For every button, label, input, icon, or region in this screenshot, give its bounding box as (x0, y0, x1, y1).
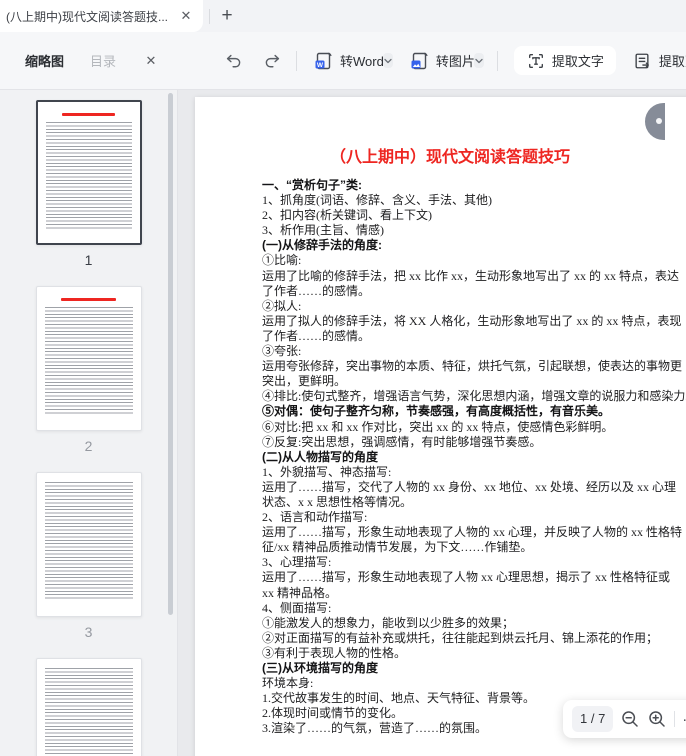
thumbnail-text-lines (45, 668, 133, 756)
document-line: ②拟人: (262, 299, 685, 314)
toolbar-divider (296, 51, 297, 71)
thumbnail-item[interactable] (36, 658, 142, 756)
extract-text-icon (526, 51, 546, 71)
document-line: 状态、x x 思想性格等情况。 (262, 495, 685, 510)
page-indicator[interactable]: 1 / 7 (572, 706, 613, 732)
document-line: 了作者……的感情。 (262, 329, 685, 344)
thumbnail-mini-title (62, 113, 115, 116)
document-page: （八上期中）现代文阅读答题技巧 一、“赏析句子”类:1、抓角度(词语、修辞、含义… (195, 97, 686, 756)
document-title: （八上期中）现代文阅读答题技巧 (195, 143, 686, 167)
controls-divider (674, 711, 675, 727)
convert-to-word-button[interactable]: W 转Word (313, 51, 384, 71)
document-line: ⑤对偶：使句子整齐匀称，节奏感强，有高度概括性，有音乐美。 (262, 404, 685, 419)
document-line: 一、“赏析句子”类: (262, 178, 685, 193)
toolbar-strip: 缩略图 目录 ✕ W 转Word 转图片 (0, 32, 686, 90)
main-toolbar: W 转Word 转图片 提取文字 提取页面 (178, 46, 686, 75)
tab-outline[interactable]: 目录 (90, 51, 116, 70)
document-line: 2、扣内容(析关键词、看上下文) (262, 208, 685, 223)
document-line: ③有利于表现人物的性格。 (262, 646, 685, 661)
thumbnail-page[interactable] (36, 100, 142, 245)
document-line: 运用了……描写，形象生动地表现了人物 xx 心理思想，揭示了 xx 性格特征或 (262, 570, 685, 585)
convert-to-word-label: 转Word (340, 51, 384, 70)
thumbnail-sidebar: 1 2 3 (0, 90, 178, 756)
document-line: ④排比:使句式整齐，增强语言气势，深化思想内涵，增强文章的说服力和感染力。 (262, 389, 685, 404)
svg-text:W: W (317, 62, 324, 69)
document-body: 一、“赏析句子”类:1、抓角度(词语、修辞、含义、手法、其他)2、扣内容(析关键… (195, 178, 686, 736)
tab-title: (八上期中)现代文阅读答题技... (6, 8, 175, 25)
image-file-icon (409, 51, 429, 71)
sidebar-close-icon[interactable]: ✕ (140, 50, 162, 72)
document-line: 运用了比喻的修辞手法，把 xx 比作 xx，生动形象地写出了 xx 的 xx 特… (262, 269, 685, 284)
extract-page-icon (632, 51, 652, 71)
thumbnail-page-number: 1 (36, 252, 142, 269)
document-line: 1、抓角度(词语、修辞、含义、手法、其他) (262, 193, 685, 208)
document-line: 运用了拟人的修辞手法，将 XX 人格化，生动形象地写出了 xx 的 xx 特点，… (262, 314, 685, 329)
new-tab-button[interactable]: + (210, 4, 244, 28)
thumbnail-item[interactable]: 2 (36, 286, 142, 455)
document-line: 征/xx 精神品质推动情节发展，为下文……作铺垫。 (262, 540, 685, 555)
document-line: ①能激发人的想象力，能收到以少胜多的效果； (262, 616, 685, 631)
document-line: 4、侧面描写: (262, 601, 685, 616)
extract-page-label: 提取页面 (659, 51, 686, 70)
redo-icon[interactable] (263, 51, 283, 71)
pdf-reader-window: { "window": { "tab_title": "(八上期中)现代文阅读答… (0, 0, 686, 756)
thumbnail-item[interactable]: 1 (36, 100, 142, 269)
thumbnail-page[interactable] (36, 658, 142, 756)
convert-to-image-label: 转图片 (436, 51, 475, 70)
extract-text-label: 提取文字 (552, 51, 604, 70)
document-line: ①比喻: (262, 253, 685, 268)
document-line: 运用了……描写，交代了人物的 xx 身份、xx 地位、xx 处境、经历以及 xx… (262, 480, 685, 495)
document-line: 2、语言和动作描写: (262, 510, 685, 525)
zoom-out-icon[interactable] (620, 709, 640, 729)
document-line: xx 精神品格。 (262, 586, 685, 601)
document-line: ⑥对比:把 xx 和 xx 作对比，突出 xx 的 xx 特点，使感情色彩鲜明。 (262, 420, 685, 435)
page-controls: 1 / 7 ··· (563, 700, 686, 738)
thumbnail-page-number: 3 (36, 624, 142, 641)
tab-bar: (八上期中)现代文阅读答题技... ✕ + (0, 0, 686, 32)
document-line: (三)从环境描写的角度 (262, 661, 685, 676)
document-line: 1、外貌描写、神态描写: (262, 465, 685, 480)
toolbar-divider (497, 51, 498, 71)
document-tab[interactable]: (八上期中)现代文阅读答题技... ✕ (0, 0, 203, 32)
word-dropdown-chevron-icon[interactable] (383, 53, 393, 68)
thumbnail-list: 1 2 3 (0, 90, 177, 756)
document-line: 运用夸张修辞，突出事物的本质、特征，烘托气氛，引起联想，使表达的事物更 (262, 359, 685, 374)
extract-text-button[interactable]: 提取文字 (514, 46, 616, 75)
convert-to-image-button[interactable]: 转图片 (409, 51, 475, 71)
thumbnail-text-lines (46, 122, 132, 231)
document-line: 环境本身: (262, 676, 685, 691)
document-line: (二)从人物描写的角度 (262, 450, 685, 465)
thumbnail-text-lines (45, 482, 133, 600)
thumbnail-text-lines (45, 307, 133, 416)
thumbnail-mini-title (61, 298, 116, 301)
tab-close-icon[interactable]: ✕ (175, 5, 197, 27)
thumbnail-page-number: 2 (36, 438, 142, 455)
undo-icon[interactable] (222, 51, 242, 71)
thumbnail-page[interactable] (36, 472, 142, 617)
thumbnail-page[interactable] (36, 286, 142, 431)
word-file-icon: W (313, 51, 333, 71)
more-options-button[interactable]: ··· (682, 711, 686, 728)
document-line: ②对正面描写的有益补充或烘托，往往能起到烘云托月、锦上添花的作用； (262, 631, 685, 646)
document-line: ③夸张: (262, 344, 685, 359)
zoom-in-icon[interactable] (647, 709, 667, 729)
document-line: 运用了……描写，形象生动地表现了人物的 xx 心理，并反映了人物的 xx 性格特 (262, 525, 685, 540)
sidebar-scrollbar[interactable] (168, 93, 173, 615)
document-line: 突出，更鲜明。 (262, 374, 685, 389)
document-viewport: （八上期中）现代文阅读答题技巧 一、“赏析句子”类:1、抓角度(词语、修辞、含义… (178, 90, 686, 756)
image-dropdown-chevron-icon[interactable] (474, 53, 484, 68)
tab-thumbnails[interactable]: 缩略图 (25, 51, 64, 70)
document-line: (一)从修辞手法的角度: (262, 238, 685, 253)
document-line: 了作者……的感情。 (262, 284, 685, 299)
document-line: 3、心理描写: (262, 555, 685, 570)
extract-page-button[interactable]: 提取页面 (632, 51, 686, 71)
thumbnail-item[interactable]: 3 (36, 472, 142, 641)
sidebar-header: 缩略图 目录 ✕ (0, 50, 178, 72)
document-line: 3、析作用(主旨、情感) (262, 223, 685, 238)
document-line: ⑦反复:突出思想，强调感情，有时能够增强节奏感。 (262, 435, 685, 450)
